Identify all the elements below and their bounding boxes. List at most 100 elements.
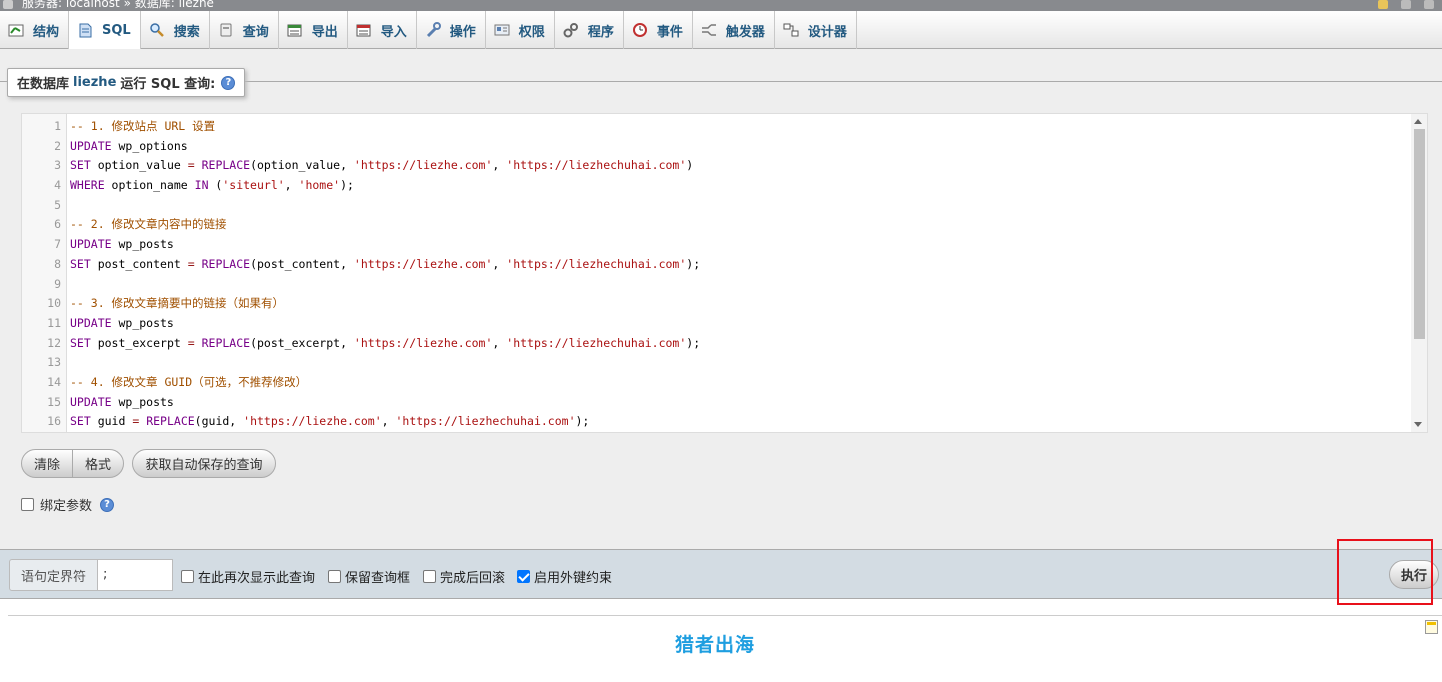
export-icon	[287, 22, 303, 38]
line-number: 9	[54, 276, 61, 291]
code-line[interactable]: 12 SET post_excerpt = REPLACE(post_excerp…	[22, 334, 1412, 354]
line-number: 5	[54, 197, 61, 212]
tab-label: 触发器	[725, 24, 765, 40]
bind-parameters-label[interactable]: 绑定参数	[40, 495, 92, 514]
format-button[interactable]: 格式	[72, 449, 124, 478]
code-text: -- 3. 修改文章摘要中的链接（如果有）	[70, 296, 285, 311]
scroll-down-icon[interactable]	[1414, 422, 1422, 427]
scroll-thumb[interactable]	[1414, 129, 1425, 339]
code-line[interactable]: 5	[22, 196, 1412, 216]
code-line[interactable]: 16 SET guid = REPLACE(guid, 'https://liez…	[22, 412, 1412, 432]
code-line[interactable]: 15 UPDATE wp_posts	[22, 393, 1412, 413]
code-line[interactable]: 7 UPDATE wp_posts	[22, 235, 1412, 255]
events-icon	[632, 22, 648, 38]
code-text: UPDATE wp_options	[70, 138, 188, 153]
tab-label: 程序	[587, 24, 614, 40]
tab-triggers[interactable]: 触发器	[693, 11, 775, 49]
code-text: UPDATE wp_posts	[70, 237, 174, 252]
query-options-bar: 语句定界符 ; 在此再次显示此查询 保留查询框 完成后回滚 启用外键约束 执行	[0, 549, 1442, 599]
tab-import[interactable]: 导入	[348, 11, 417, 49]
tab-search[interactable]: 搜索	[141, 11, 210, 49]
code-text: UPDATE wp_posts	[70, 394, 174, 409]
tab-label: 结构	[33, 24, 60, 40]
tab-export[interactable]: 导出	[279, 11, 348, 49]
line-number: 3	[54, 158, 61, 173]
show-query-again-checkbox[interactable]	[181, 570, 194, 583]
breadcrumb-database[interactable]: 数据库: liezhe	[135, 0, 214, 10]
rollback-option[interactable]: 完成后回滚	[423, 567, 505, 586]
code-line[interactable]: 3 SET option_value = REPLACE(option_value…	[22, 156, 1412, 176]
code-text: UPDATE wp_posts	[70, 315, 174, 330]
sql-editor[interactable]: 1 -- 1. 修改站点 URL 设置 2 UPDATE wp_options 3 SET…	[21, 113, 1428, 433]
legend-database[interactable]: liezhe	[73, 75, 116, 90]
line-number: 13	[47, 355, 61, 370]
line-number: 14	[47, 374, 61, 389]
tab-query[interactable]: 查询	[210, 11, 279, 49]
show-query-again-option[interactable]: 在此再次显示此查询	[181, 567, 315, 586]
code-line[interactable]: 10 -- 3. 修改文章摘要中的链接（如果有）	[22, 294, 1412, 314]
legend-suffix: 运行 SQL 查询:	[120, 77, 216, 92]
code-line[interactable]: 9	[22, 275, 1412, 295]
code-line[interactable]: 14 -- 4. 修改文章 GUID（可选，不推荐修改）	[22, 373, 1412, 393]
editor-scrollbar[interactable]	[1411, 114, 1427, 432]
console-icon[interactable]	[1425, 620, 1438, 634]
sql-query-panel: 在数据库 liezhe 运行 SQL 查询: ? 1 -- 1. 修改站点 URL…	[0, 49, 1442, 549]
line-number: 10	[47, 296, 61, 311]
code-line[interactable]: 4 WHERE option_name IN ('siteurl', 'home'…	[22, 176, 1412, 196]
minimize-icon[interactable]	[1424, 0, 1434, 9]
tab-label: 权限	[518, 24, 545, 40]
tab-label: 事件	[656, 24, 683, 40]
designer-icon	[783, 22, 799, 38]
delimiter-label: 语句定界符	[9, 559, 98, 591]
line-number: 6	[54, 217, 61, 232]
code-line[interactable]: 2 UPDATE wp_options	[22, 137, 1412, 157]
code-line[interactable]: 6 -- 2. 修改文章内容中的链接	[22, 215, 1412, 235]
server-icon	[3, 0, 13, 9]
page-divider	[8, 615, 1442, 616]
query-icon	[218, 22, 234, 38]
tab-structure[interactable]: 结构	[0, 11, 70, 49]
clear-button[interactable]: 清除	[21, 449, 73, 478]
retain-query-box-checkbox[interactable]	[328, 570, 341, 583]
code-text: SET option_value = REPLACE(option_value,…	[70, 158, 694, 173]
bind-help-icon[interactable]: ?	[100, 497, 115, 512]
breadcrumb-server[interactable]: 服务器: localhost	[22, 0, 120, 10]
rollback-checkbox[interactable]	[423, 570, 436, 583]
tab-events[interactable]: 事件	[624, 11, 693, 49]
code-line[interactable]: 13	[22, 353, 1412, 373]
code-line[interactable]: 8 SET post_content = REPLACE(post_content…	[22, 255, 1412, 275]
delimiter-input[interactable]: ;	[97, 559, 173, 591]
help-icon[interactable]: ?	[221, 75, 236, 90]
foreign-key-checks-option[interactable]: 启用外键约束	[517, 567, 612, 586]
foreign-key-checks-checkbox[interactable]	[517, 570, 530, 583]
code-text: SET post_excerpt = REPLACE(post_excerpt,…	[70, 335, 701, 350]
tab-routines[interactable]: 程序	[555, 11, 624, 49]
code-lines: 1 -- 1. 修改站点 URL 设置 2 UPDATE wp_options 3 SET…	[22, 117, 1412, 432]
watermark: 猎者出海	[675, 634, 756, 656]
tab-operations[interactable]: 操作	[417, 11, 486, 49]
routines-icon	[563, 22, 579, 38]
bind-parameters-checkbox[interactable]	[21, 498, 34, 511]
code-text: -- 2. 修改文章内容中的链接	[70, 217, 227, 232]
tab-label: SQL	[102, 22, 131, 38]
import-icon	[356, 22, 372, 38]
code-line[interactable]: 1 -- 1. 修改站点 URL 设置	[22, 117, 1412, 137]
get-autosaved-query-button[interactable]: 获取自动保存的查询	[132, 449, 276, 478]
retain-query-box-option[interactable]: 保留查询框	[328, 567, 410, 586]
scroll-up-icon[interactable]	[1414, 119, 1422, 124]
line-number: 15	[47, 394, 61, 409]
legend-prefix: 在数据库	[17, 77, 70, 92]
tab-designer[interactable]: 设计器	[775, 11, 857, 49]
line-number: 12	[47, 335, 61, 350]
tab-label: 查询	[242, 24, 269, 40]
panel-legend: 在数据库 liezhe 运行 SQL 查询: ?	[7, 68, 246, 97]
gear-icon[interactable]	[1401, 0, 1411, 9]
tab-privileges[interactable]: 权限	[486, 11, 555, 49]
code-line[interactable]: 11 UPDATE wp_posts	[22, 314, 1412, 334]
tab-sql[interactable]: SQL	[69, 11, 141, 50]
privileges-icon	[494, 22, 510, 38]
code-text: SET post_content = REPLACE(post_content,…	[70, 256, 701, 271]
bookmark-icon[interactable]	[1378, 0, 1388, 9]
